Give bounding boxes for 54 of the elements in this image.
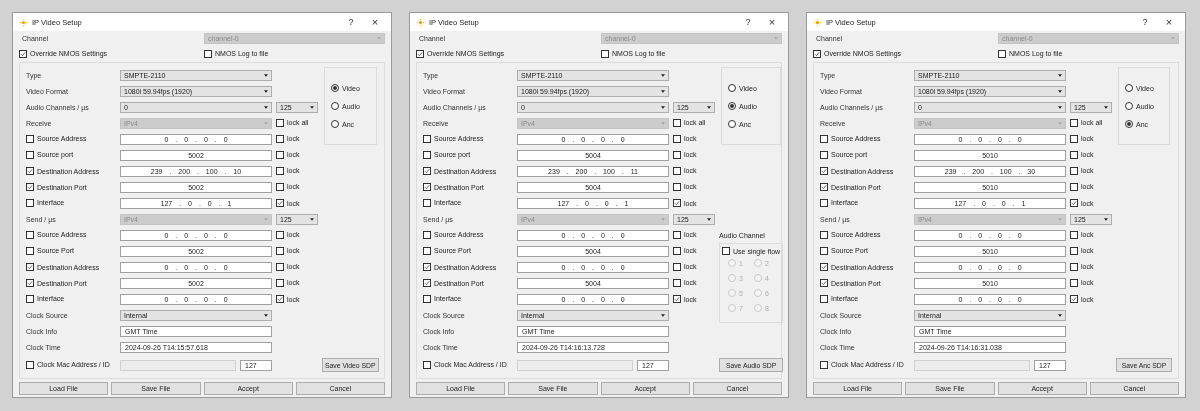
dropdown-arrow-icon <box>1058 313 1062 317</box>
check-icon <box>821 184 827 190</box>
dropdown-arrow-icon <box>1104 217 1108 221</box>
help-button[interactable]: ? <box>1135 17 1155 27</box>
dropdown-arrow-icon <box>1171 37 1175 40</box>
dropdown-arrow-icon <box>264 217 268 221</box>
close-button[interactable]: × <box>365 16 385 28</box>
close-button[interactable]: × <box>762 16 782 28</box>
dropdown-arrow-icon <box>310 105 314 109</box>
help-button[interactable]: ? <box>341 17 361 27</box>
dropdown-arrow-icon <box>661 313 665 317</box>
check-icon <box>821 264 827 270</box>
check-icon <box>1071 200 1077 206</box>
dropdown-arrow-icon <box>264 313 268 317</box>
dropdown-arrow-icon <box>1058 89 1062 93</box>
check-icon <box>27 184 33 190</box>
dropdown-arrow-icon <box>1058 73 1062 77</box>
dropdown-arrow-icon <box>661 121 665 125</box>
dropdown-arrow-icon <box>661 73 665 77</box>
check-icon <box>27 280 33 286</box>
dropdown-arrow-icon <box>1058 105 1062 109</box>
check-icon <box>674 200 680 206</box>
check-icon <box>417 50 423 57</box>
check-icon <box>821 168 827 174</box>
check-icon <box>277 200 283 206</box>
check-icon <box>20 50 26 57</box>
dropdown-arrow-icon <box>1104 105 1108 109</box>
dropdown-arrow-icon <box>661 105 665 109</box>
dropdown-arrow-icon <box>377 37 381 40</box>
check-icon <box>424 264 430 270</box>
help-button[interactable]: ? <box>738 17 758 27</box>
check-icon <box>821 280 827 286</box>
dropdown-arrow-icon <box>264 89 268 93</box>
check-icon <box>27 168 33 174</box>
check-icon <box>27 264 33 270</box>
close-button[interactable]: × <box>1159 16 1179 28</box>
dropdown-arrow-icon <box>264 121 268 125</box>
check-icon <box>674 296 680 302</box>
dropdown-arrow-icon <box>707 217 711 221</box>
dropdown-arrow-icon <box>661 89 665 93</box>
check-icon <box>424 280 430 286</box>
check-icon <box>277 296 283 302</box>
dropdown-arrow-icon <box>1058 217 1062 221</box>
dropdown-arrow-icon <box>310 217 314 221</box>
check-icon <box>814 50 820 57</box>
check-icon <box>424 184 430 190</box>
dropdown-arrow-icon <box>264 105 268 109</box>
check-icon <box>1071 296 1077 302</box>
dropdown-arrow-icon <box>774 37 778 40</box>
dropdown-arrow-icon <box>707 105 711 109</box>
dropdown-arrow-icon <box>264 73 268 77</box>
dropdown-arrow-icon <box>1058 121 1062 125</box>
check-icon <box>424 168 430 174</box>
dropdown-arrow-icon <box>661 217 665 221</box>
